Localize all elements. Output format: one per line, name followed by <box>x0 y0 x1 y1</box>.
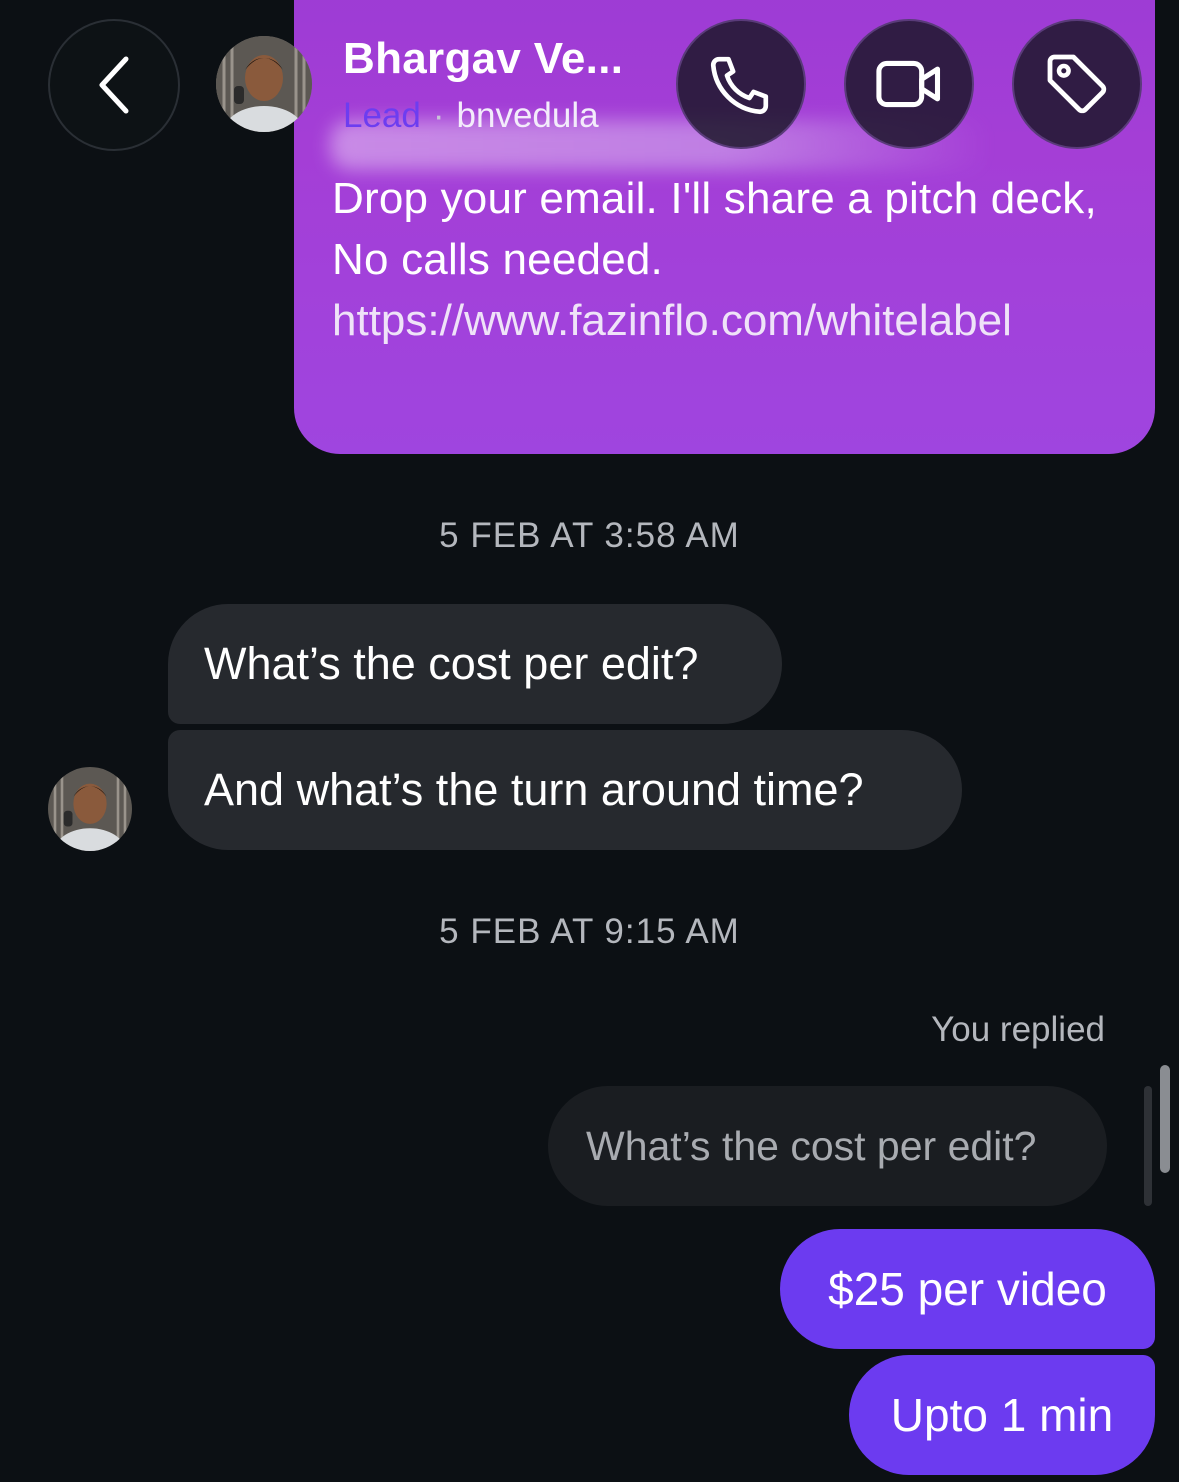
call-button[interactable] <box>676 19 806 149</box>
contact-avatar[interactable] <box>216 36 312 132</box>
message-text: Drop your email. I'll share a pitch deck… <box>332 174 1097 284</box>
chat-header: Bhargav Ve... Lead · bnvedula <box>0 0 1179 160</box>
incoming-message-bubble[interactable]: What’s the cost per edit? <box>168 604 782 724</box>
dm-thread-screen: Drop your email. I'll share a pitch deck… <box>0 0 1179 1482</box>
scrollbar[interactable] <box>1160 1065 1170 1173</box>
quoted-message[interactable]: What’s the cost per edit? <box>548 1086 1107 1206</box>
chevron-left-icon <box>99 56 129 114</box>
quoted-text: What’s the cost per edit? <box>586 1122 1037 1169</box>
video-camera-icon <box>876 60 941 108</box>
timestamp-divider: 5 FEB AT 9:15 AM <box>439 912 740 951</box>
message-link[interactable]: https://www.fazinflo.com/whitelabel <box>332 290 1117 352</box>
back-button[interactable] <box>48 19 180 151</box>
reply-context-label: You replied <box>931 1010 1105 1049</box>
phone-icon <box>710 56 769 115</box>
message-text: Upto 1 min <box>890 1389 1114 1441</box>
incoming-message-bubble[interactable]: And what’s the turn around time? <box>168 730 962 850</box>
outgoing-message-bubble[interactable]: $25 per video <box>780 1229 1155 1349</box>
timestamp-divider: 5 FEB AT 3:58 AM <box>439 516 740 555</box>
contact-subline: Lead · bnvedula <box>343 96 599 136</box>
message-text: And what’s the turn around time? <box>204 764 864 815</box>
video-call-button[interactable] <box>844 19 974 149</box>
message-text: What’s the cost per edit? <box>204 638 699 689</box>
message-text: $25 per video <box>828 1263 1107 1315</box>
contact-name[interactable]: Bhargav Ve... <box>343 34 623 84</box>
separator-dot: · <box>432 96 445 135</box>
contact-username: bnvedula <box>456 96 599 135</box>
lead-label[interactable]: Lead <box>343 96 421 135</box>
sender-avatar[interactable] <box>48 767 132 851</box>
reply-indicator-bar <box>1144 1086 1152 1206</box>
tag-button[interactable] <box>1012 19 1142 149</box>
tag-icon <box>1047 54 1107 114</box>
outgoing-message-bubble[interactable]: Upto 1 min <box>849 1355 1155 1475</box>
